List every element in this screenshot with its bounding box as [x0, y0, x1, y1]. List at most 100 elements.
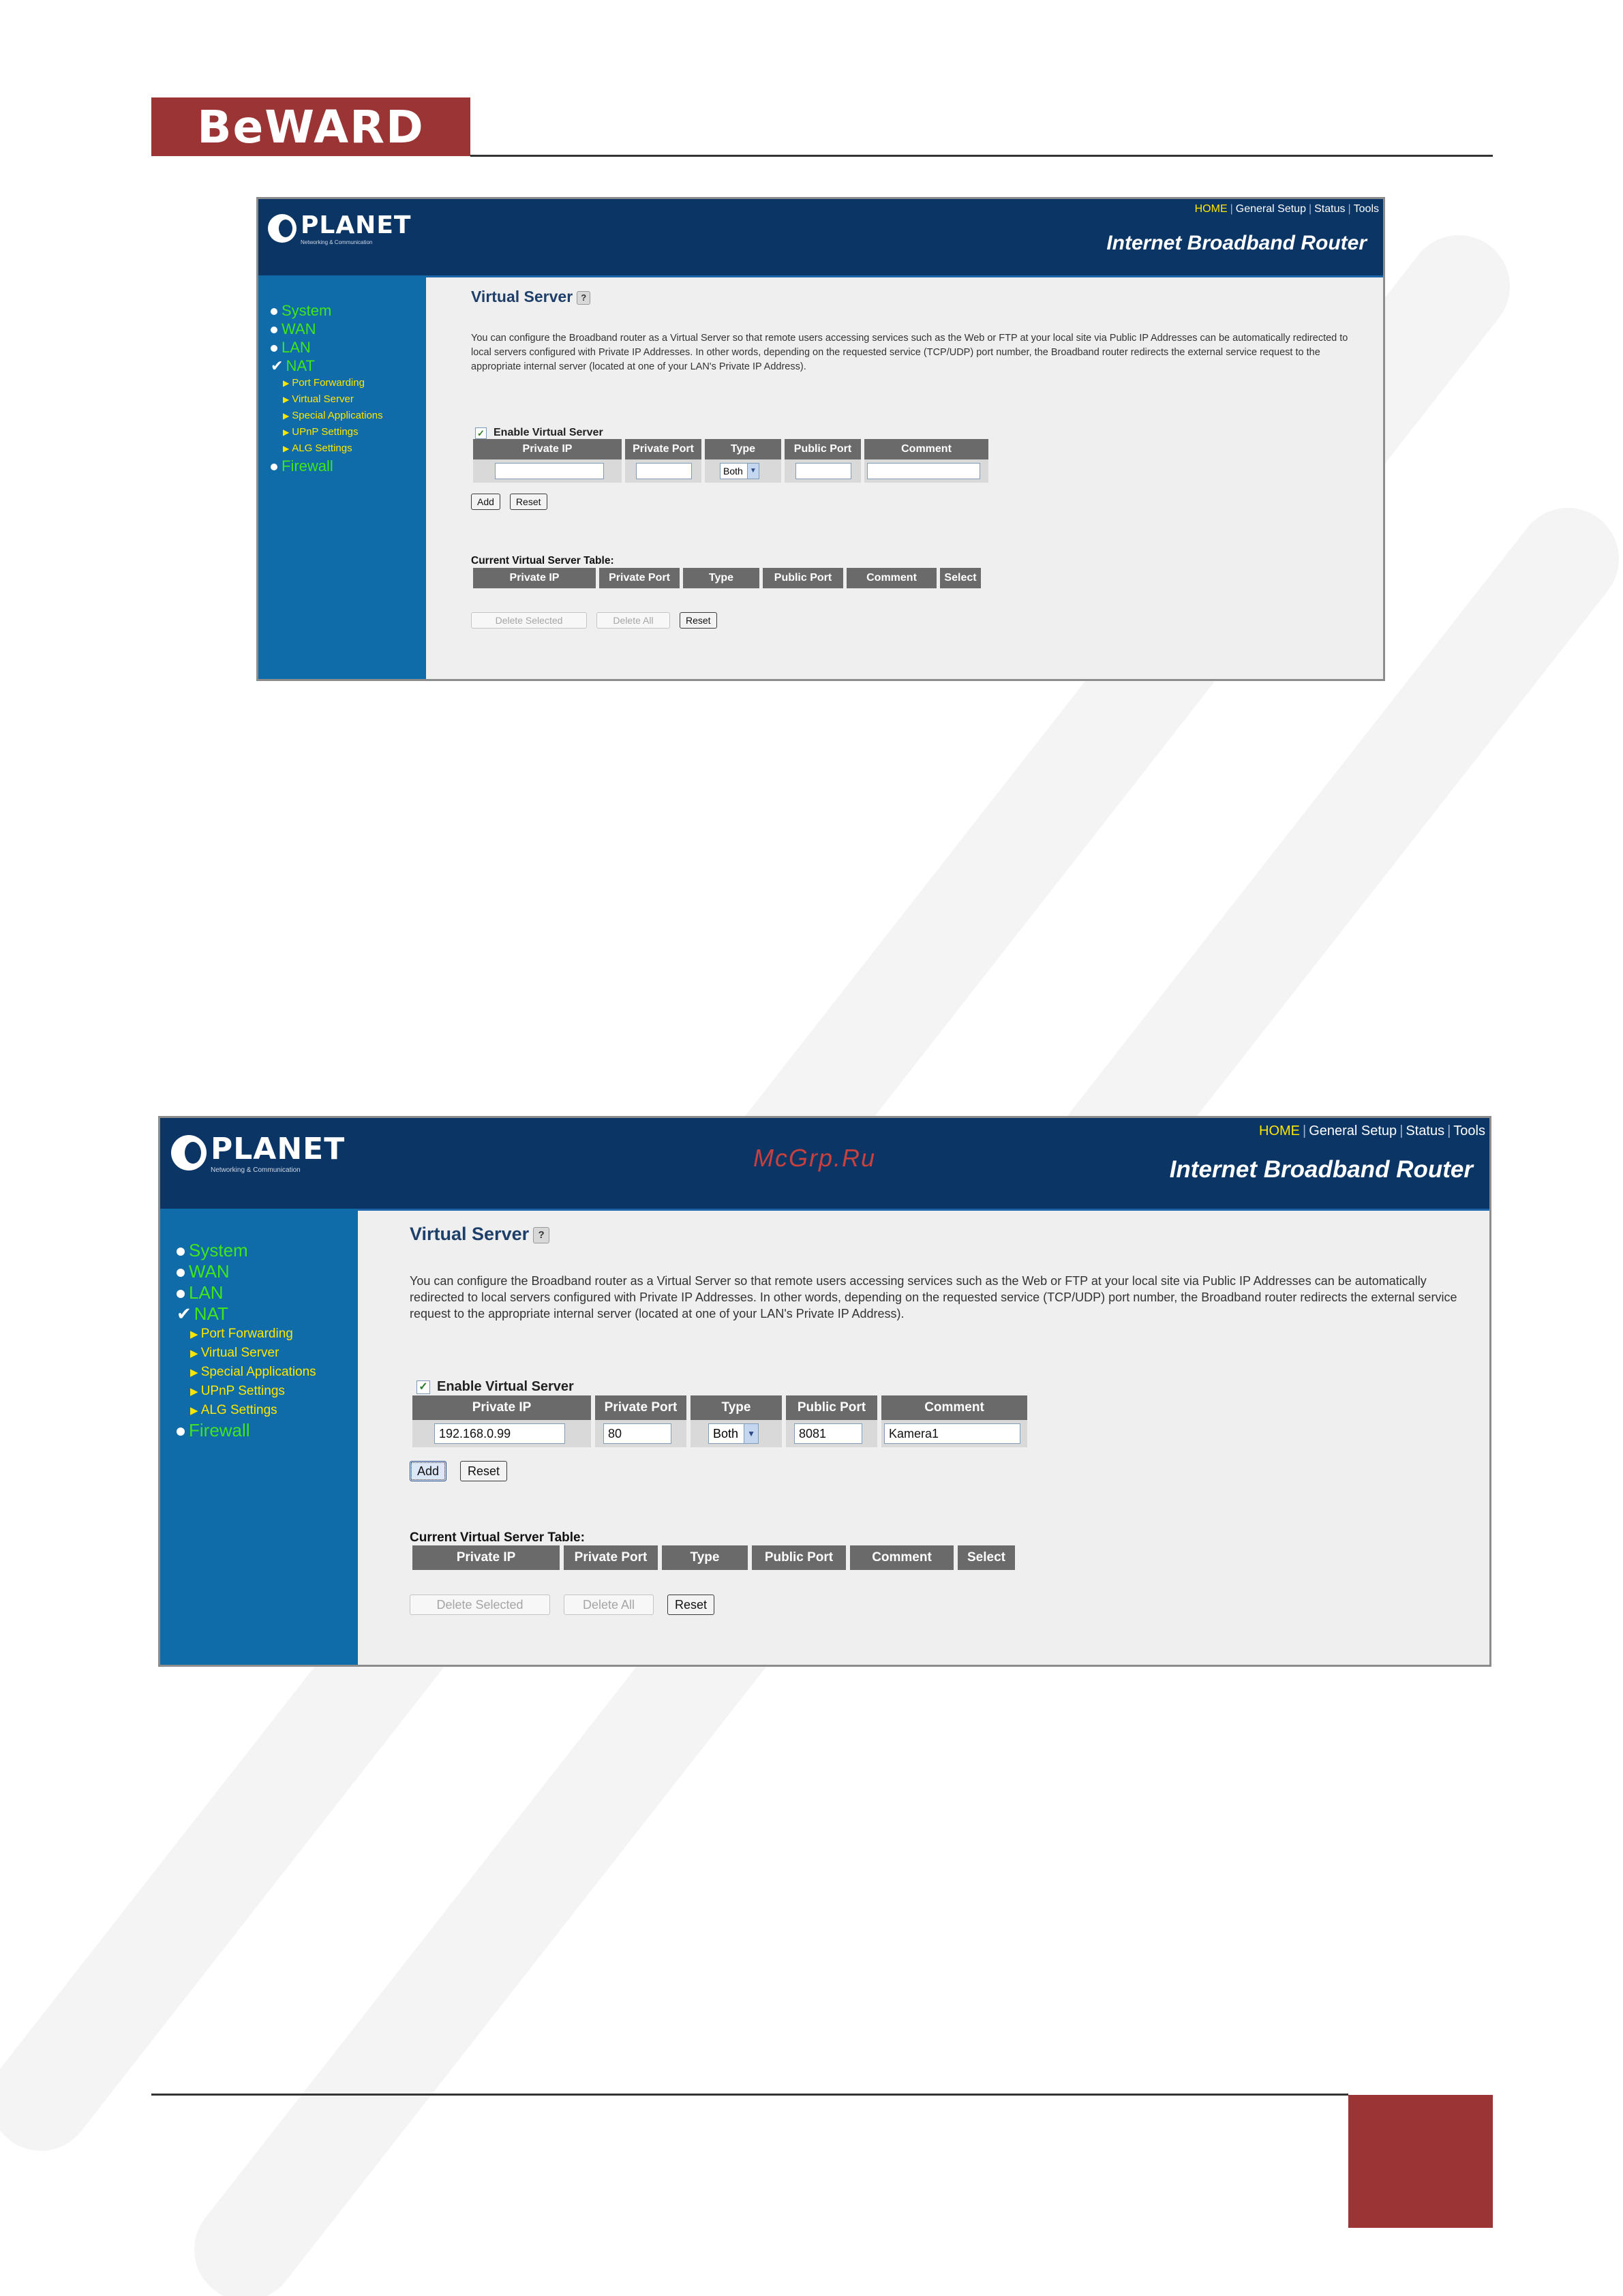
planet-brand-sub: Networking & Communication: [211, 1166, 301, 1174]
sidebar-item-nat[interactable]: ✔ NAT: [271, 357, 383, 375]
router-title: Internet Broadband Router: [1169, 1156, 1473, 1183]
sidebar-item-upnp-settings[interactable]: ▶ UPnP Settings: [271, 424, 383, 440]
sidebar-item-lan[interactable]: LAN: [177, 1282, 316, 1303]
col-comment: Comment: [850, 1545, 954, 1570]
bullet-icon: [271, 345, 277, 352]
table-reset-button[interactable]: Reset: [667, 1595, 715, 1615]
triangle-right-icon: ▶: [283, 427, 290, 437]
sidebar-item-special-applications[interactable]: ▶ Special Applications: [177, 1363, 316, 1382]
sidebar-item-wan[interactable]: WAN: [177, 1261, 316, 1282]
planet-brand: PLANET: [301, 211, 412, 239]
current-virtual-server-table: Private IP Private Port Type Public Port…: [408, 1545, 1019, 1570]
type-select[interactable]: Both ▼: [708, 1423, 759, 1444]
triangle-right-icon: ▶: [283, 444, 290, 453]
page-title: Virtual Server?: [410, 1224, 550, 1245]
sidebar-item-wan[interactable]: WAN: [271, 320, 383, 338]
sidebar-item-virtual-server[interactable]: ▶ Virtual Server: [271, 391, 383, 408]
bullet-icon: [271, 464, 277, 471]
nav-home-link[interactable]: HOME: [1259, 1123, 1300, 1138]
enable-checkbox[interactable]: ✓: [416, 1380, 430, 1394]
top-nav: HOME | General Setup | Status | Tools: [1194, 203, 1379, 215]
chevron-down-icon: ▼: [746, 464, 759, 479]
page-description: You can configure the Broadband router a…: [471, 333, 1348, 372]
add-button[interactable]: Add: [471, 494, 500, 510]
enable-checkbox[interactable]: ✓: [475, 427, 487, 439]
triangle-right-icon: ▶: [283, 378, 290, 388]
triangle-right-icon: ▶: [190, 1386, 198, 1398]
planet-globe-icon: [171, 1135, 207, 1170]
beward-logo: BeWARD: [151, 97, 470, 156]
add-reset-buttons: Add Reset: [410, 1461, 521, 1481]
virtual-server-input-table: Private IP Private Port Type Public Port…: [408, 1395, 1031, 1447]
nav-general-setup-link[interactable]: General Setup: [1236, 203, 1306, 215]
sidebar-item-system[interactable]: System: [271, 301, 383, 320]
col-comment: Comment: [864, 439, 988, 459]
sidebar-item-upnp-settings[interactable]: ▶ UPnP Settings: [177, 1382, 316, 1401]
col-select: Select: [940, 568, 981, 588]
sidebar-item-alg-settings[interactable]: ▶ ALG Settings: [177, 1401, 316, 1420]
sidebar-item-firewall[interactable]: Firewall: [271, 457, 383, 475]
public-port-input[interactable]: 8081: [794, 1423, 862, 1444]
check-icon: ✔: [177, 1303, 192, 1324]
virtual-server-input-table: Private IP Private Port Type Public Port…: [470, 439, 992, 483]
check-icon: ✔: [271, 357, 284, 374]
bullet-icon: [271, 308, 277, 316]
comment-input[interactable]: [867, 463, 980, 479]
planet-logo: PLANET Networking & Communication: [268, 211, 411, 245]
add-button[interactable]: Add: [410, 1461, 447, 1481]
current-table-label: Current Virtual Server Table:: [410, 1530, 585, 1545]
add-reset-buttons: Add Reset: [471, 494, 557, 510]
sidebar-item-system[interactable]: System: [177, 1240, 316, 1261]
sidebar-item-special-applications[interactable]: ▶ Special Applications: [271, 408, 383, 424]
table-buttons: Delete Selected Delete All Reset: [471, 612, 727, 629]
sidebar-item-lan[interactable]: LAN: [271, 338, 383, 357]
enable-virtual-server[interactable]: ✓ Enable Virtual Server: [416, 1379, 574, 1395]
type-select[interactable]: Both ▼: [720, 463, 759, 479]
delete-all-button[interactable]: Delete All: [596, 612, 670, 629]
private-port-input[interactable]: [636, 463, 692, 479]
delete-selected-button[interactable]: Delete Selected: [410, 1595, 550, 1615]
current-virtual-server-table: Private IP Private Port Type Public Port…: [470, 568, 984, 588]
col-public-port: Public Port: [752, 1545, 846, 1570]
col-public-port: Public Port: [785, 439, 861, 459]
nav-tools-link[interactable]: Tools: [1354, 203, 1379, 215]
triangle-right-icon: ▶: [283, 411, 290, 421]
public-port-input[interactable]: [795, 463, 851, 479]
sidebar-item-virtual-server[interactable]: ▶ Virtual Server: [177, 1344, 316, 1363]
comment-input[interactable]: Kamera1: [884, 1423, 1020, 1444]
bullet-icon: [271, 327, 277, 334]
page-description: You can configure the Broadband router a…: [410, 1274, 1457, 1320]
delete-selected-button[interactable]: Delete Selected: [471, 612, 587, 629]
sidebar-item-alg-settings[interactable]: ▶ ALG Settings: [271, 440, 383, 457]
enable-virtual-server[interactable]: ✓ Enable Virtual Server: [475, 427, 603, 439]
delete-all-button[interactable]: Delete All: [564, 1595, 654, 1615]
nav-status-link[interactable]: Status: [1314, 203, 1345, 215]
planet-logo: PLANET Networking & Communication: [171, 1132, 345, 1174]
sidebar-item-nat[interactable]: ✔ NAT: [177, 1303, 316, 1325]
footer-page-block: [1348, 2095, 1493, 2228]
col-private-ip: Private IP: [473, 439, 622, 459]
table-reset-button[interactable]: Reset: [680, 612, 717, 629]
nav-home-link[interactable]: HOME: [1195, 203, 1228, 215]
reset-button[interactable]: Reset: [509, 494, 547, 510]
bullet-icon: [177, 1248, 185, 1256]
sidebar-item-firewall[interactable]: Firewall: [177, 1420, 316, 1441]
reset-button[interactable]: Reset: [460, 1461, 508, 1481]
nav-tools-link[interactable]: Tools: [1453, 1123, 1485, 1138]
col-type: Type: [683, 568, 759, 588]
private-port-input[interactable]: 80: [603, 1423, 671, 1444]
header-rule: [470, 155, 1493, 157]
help-icon[interactable]: ?: [533, 1226, 550, 1243]
nav-status-link[interactable]: Status: [1406, 1123, 1444, 1138]
table-buttons: Delete Selected Delete All Reset: [410, 1595, 728, 1615]
private-ip-input[interactable]: 192.168.0.99: [434, 1423, 565, 1444]
router-title: Internet Broadband Router: [1106, 232, 1367, 254]
sidebar-item-port-forwarding[interactable]: ▶ Port Forwarding: [177, 1325, 316, 1344]
top-nav: HOME | General Setup | Status | Tools: [1259, 1123, 1485, 1138]
sidebar-item-port-forwarding[interactable]: ▶ Port Forwarding: [271, 375, 383, 391]
private-ip-input[interactable]: [495, 463, 604, 479]
help-icon[interactable]: ?: [577, 290, 591, 305]
nav-general-setup-link[interactable]: General Setup: [1309, 1123, 1397, 1138]
col-private-port: Private Port: [564, 1545, 658, 1570]
current-table-label: Current Virtual Server Table:: [471, 555, 614, 567]
